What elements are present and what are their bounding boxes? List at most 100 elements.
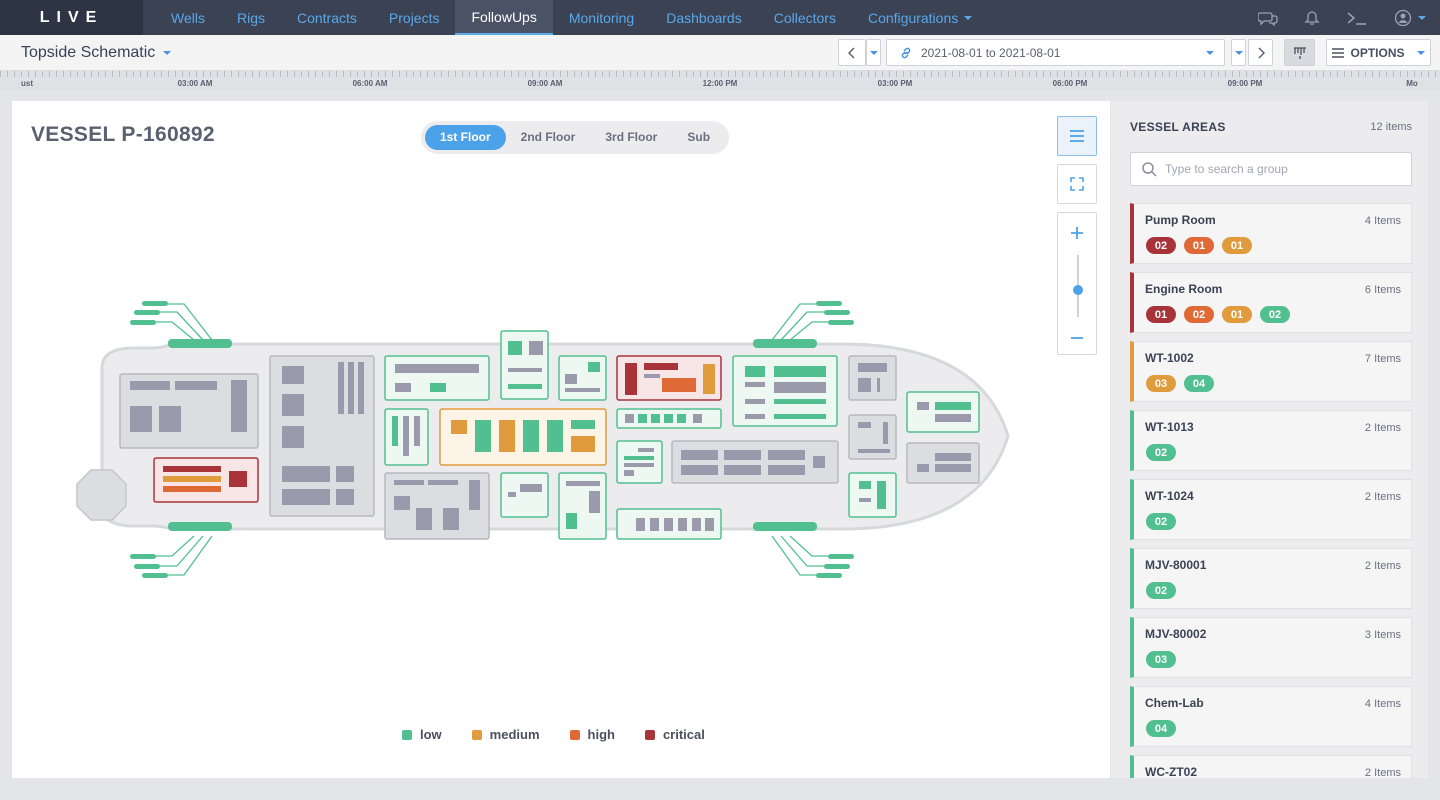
area-card[interactable]: Chem-Lab 4 Items 04 [1130, 686, 1412, 747]
module-gray-6[interactable] [906, 442, 980, 484]
nav-item-label: Rigs [236, 9, 265, 26]
date-range-picker[interactable]: 2021-08-01 to 2021-08-01 [886, 39, 1225, 66]
area-card[interactable]: WT-1002 7 Items 03 04 [1130, 341, 1412, 402]
chevron-down-icon [1416, 50, 1425, 55]
area-item-count: 2 Items [1364, 422, 1401, 434]
nav-item-dashboards[interactable]: Dashboards [650, 0, 758, 35]
tab-2nd-floor[interactable]: 2nd Floor [506, 125, 591, 150]
module-green-7[interactable] [616, 440, 663, 484]
mooring-lines-top-left [155, 303, 213, 341]
zoom-slider-track[interactable] [1073, 255, 1083, 317]
chevron-down-icon [964, 15, 973, 20]
tab-1st-floor[interactable]: 1st Floor [425, 125, 506, 150]
vessel-schematic [76, 301, 1010, 578]
area-card[interactable]: Pump Room 4 Items 02 01 01 [1130, 203, 1412, 264]
area-card[interactable]: WT-1024 2 Items 02 [1130, 479, 1412, 540]
list-view-button[interactable] [1057, 116, 1097, 156]
area-card[interactable]: WT-1013 2 Items 02 [1130, 410, 1412, 471]
timeline-label: 06:00 AM [352, 79, 388, 88]
nav-item-wells[interactable]: Wells [155, 0, 221, 35]
module-green-11[interactable] [616, 508, 722, 540]
timeline-label: 03:00 PM [877, 79, 913, 88]
timeline-ruler[interactable]: ust 03:00 AM 06:00 AM 09:00 AM 12:00 PM … [0, 71, 1440, 90]
severity-badge: 02 [1184, 306, 1214, 323]
bell-icon[interactable] [1304, 10, 1320, 26]
nav-item-followups[interactable]: FollowUps [455, 0, 553, 35]
area-badges: 02 [1146, 444, 1176, 461]
minus-icon [1071, 337, 1083, 339]
chevron-down-icon [163, 50, 172, 55]
module-gray-4[interactable] [671, 440, 839, 484]
module-wc-zt02[interactable] [616, 408, 722, 429]
area-card[interactable]: MJV-80002 3 Items 03 [1130, 617, 1412, 678]
module-pump-room[interactable] [153, 457, 259, 503]
module-gray-5[interactable] [848, 414, 897, 460]
nav-item-rigs[interactable]: Rigs [221, 0, 281, 35]
mooring-lines-bottom-right [771, 535, 830, 576]
nav-item-projects[interactable]: Projects [373, 0, 456, 35]
module-chem-lab[interactable] [732, 355, 838, 427]
severity-badge: 01 [1146, 306, 1176, 323]
nav-item-collectors[interactable]: Collectors [758, 0, 852, 35]
module-gray-7[interactable] [384, 472, 490, 540]
user-icon[interactable] [1394, 9, 1426, 27]
chat-icon[interactable] [1258, 10, 1278, 26]
module-engine-room[interactable] [616, 355, 722, 401]
nav-item-monitoring[interactable]: Monitoring [553, 0, 650, 35]
chevron-right-icon [1257, 46, 1265, 59]
module-mjv-80001[interactable] [558, 355, 607, 401]
prev-period-button[interactable] [838, 39, 866, 66]
tab-sub[interactable]: Sub [672, 125, 725, 150]
app-logo[interactable]: LIVE [0, 0, 143, 35]
zoom-out-button[interactable] [1069, 330, 1085, 351]
nav-item-configurations[interactable]: Configurations [852, 0, 988, 35]
nav-item-contracts[interactable]: Contracts [281, 0, 373, 35]
terminal-icon[interactable] [1346, 10, 1368, 26]
area-list: Pump Room 4 Items 02 01 01 Engine Room 6 Items… [1130, 203, 1412, 778]
area-card[interactable]: MJV-80001 2 Items 02 [1130, 548, 1412, 609]
module-green-9[interactable] [500, 472, 549, 518]
prev-period-dropdown[interactable] [866, 39, 881, 66]
timeline-toggle-button[interactable] [1284, 39, 1315, 66]
severity-badge: 02 [1146, 582, 1176, 599]
area-name: WT-1024 [1145, 489, 1194, 503]
area-name: Engine Room [1145, 282, 1223, 296]
severity-badge: 01 [1222, 237, 1252, 254]
nav-item-label: Dashboards [666, 9, 742, 26]
module-gray-3[interactable] [848, 355, 897, 401]
module-gray-1[interactable] [119, 373, 259, 449]
zoom-slider-handle[interactable] [1073, 285, 1083, 296]
fullscreen-button[interactable] [1057, 164, 1097, 204]
chevron-down-icon [1418, 15, 1426, 20]
zoom-in-button[interactable] [1069, 225, 1085, 246]
area-card[interactable]: Engine Room 6 Items 01 02 01 02 [1130, 272, 1412, 333]
severity-badge: 02 [1146, 237, 1176, 254]
module-gray-2[interactable] [269, 355, 375, 517]
timeline-label: ust [21, 79, 33, 88]
module-green-12[interactable] [848, 472, 897, 518]
nav-item-label: Contracts [296, 9, 357, 26]
nav-actions [1258, 0, 1426, 35]
module-wt-1024[interactable] [500, 330, 549, 400]
next-period-button[interactable] [1248, 39, 1273, 66]
nav-menu: Wells Rigs Contracts Projects FollowUps … [155, 0, 988, 35]
module-green-8[interactable] [906, 391, 980, 433]
timeline-label: 06:00 PM [1052, 79, 1088, 88]
legend-swatch [471, 729, 482, 740]
legend-swatch [644, 729, 655, 740]
options-label: OPTIONS [1350, 45, 1405, 60]
module-wt-1002[interactable] [439, 408, 607, 466]
tab-3rd-floor[interactable]: 3rd Floor [590, 125, 672, 150]
module-green-10[interactable] [558, 472, 607, 540]
next-period-dropdown[interactable] [1231, 39, 1246, 66]
area-badges: 02 [1146, 513, 1176, 530]
nav-item-label: Monitoring [568, 9, 635, 26]
module-wt-1013[interactable] [384, 355, 490, 401]
area-card[interactable]: WC-ZT02 2 Items [1130, 755, 1412, 778]
options-button[interactable]: OPTIONS [1326, 39, 1431, 66]
area-item-count: 2 Items [1364, 767, 1401, 778]
module-mjv-80002[interactable] [384, 408, 429, 466]
page-title-dropdown[interactable]: Topside Schematic [21, 44, 172, 62]
search-input[interactable] [1165, 162, 1405, 176]
area-item-count: 2 Items [1364, 491, 1401, 503]
